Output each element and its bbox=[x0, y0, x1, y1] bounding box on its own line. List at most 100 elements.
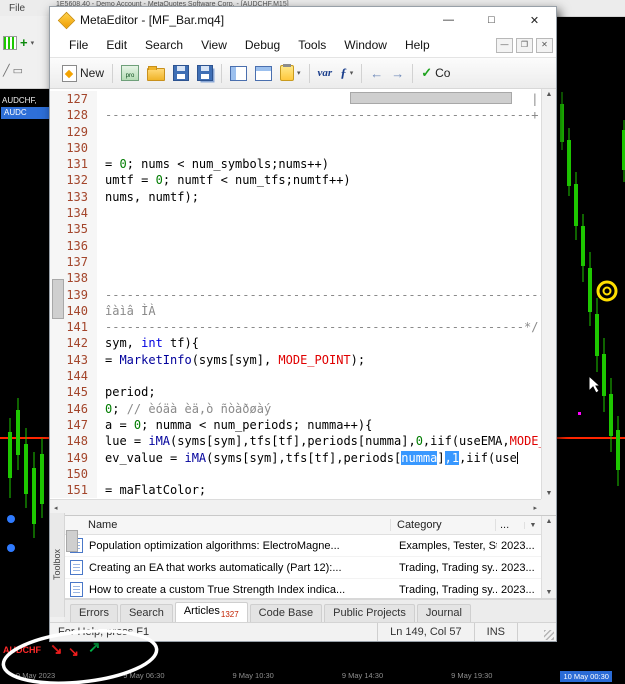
menu-view[interactable]: View bbox=[192, 35, 236, 55]
metaeditor-app-icon bbox=[57, 11, 76, 29]
article-date: 2023... bbox=[501, 561, 535, 574]
tab-public-projects[interactable]: Public Projects bbox=[324, 604, 415, 622]
status-help-text: For Help, press F1 bbox=[58, 626, 150, 638]
code-line: 140 îàìâ ÌÀ bbox=[50, 302, 541, 320]
open-button[interactable] bbox=[143, 61, 169, 85]
scroll-down-icon[interactable]: ▼ bbox=[546, 589, 553, 596]
code-text[interactable]: ----------------------------------------… bbox=[97, 319, 541, 335]
code-text[interactable] bbox=[97, 466, 541, 482]
toolbox-vscrollbar[interactable]: ▲ ▼ bbox=[541, 516, 556, 598]
scroll-right-icon[interactable]: ▸ bbox=[533, 504, 537, 512]
editor-hscrollbar[interactable]: ◂ ▸ bbox=[50, 499, 541, 515]
styler-button[interactable]: ▾ bbox=[276, 61, 305, 85]
menu-items: File Edit Search View Debug Tools Window Help bbox=[50, 35, 496, 55]
article-row[interactable]: How to create a custom True Strength Ind… bbox=[64, 579, 556, 598]
mdi-close-button[interactable]: ✕ bbox=[536, 37, 553, 53]
tab-articles[interactable]: Articles1327 bbox=[174, 602, 248, 622]
navigate-forward-button[interactable]: → bbox=[387, 61, 408, 85]
compile-button[interactable]: ✓ Co bbox=[417, 61, 454, 85]
resize-grip-icon[interactable] bbox=[544, 630, 554, 640]
code-text[interactable] bbox=[97, 238, 541, 254]
mdi-minimize-button[interactable]: — bbox=[496, 37, 513, 53]
hscroll-thumb[interactable] bbox=[350, 92, 512, 104]
save-all-button[interactable] bbox=[193, 61, 217, 85]
code-text[interactable] bbox=[97, 368, 541, 384]
code-text[interactable]: sym, int tf){ bbox=[97, 335, 541, 351]
vscroll-thumb[interactable] bbox=[52, 279, 64, 319]
profiler-button[interactable]: pro bbox=[117, 61, 143, 85]
sell-arrow-icon: ↘ bbox=[68, 644, 79, 659]
code-text[interactable] bbox=[97, 140, 541, 156]
article-title: Creating an EA that works automatically … bbox=[89, 561, 342, 574]
insert-function-button[interactable]: ƒ ▾ bbox=[336, 61, 357, 85]
menu-edit[interactable]: Edit bbox=[97, 35, 136, 55]
tab-journal[interactable]: Journal bbox=[416, 604, 471, 622]
column-date[interactable]: ... bbox=[496, 519, 524, 531]
code-text[interactable]: ----------------------------------------… bbox=[97, 287, 541, 303]
code-editor[interactable]: 127 | 128 --------------------------------… bbox=[50, 89, 556, 516]
code-line: 142 sym, int tf){ bbox=[50, 335, 541, 352]
menu-search[interactable]: Search bbox=[136, 35, 192, 55]
code-text[interactable]: îàìâ ÌÀ bbox=[97, 303, 541, 319]
code-text[interactable]: lue = iMA(syms[sym],tfs[tf],periods[numm… bbox=[97, 433, 541, 449]
tab-errors[interactable]: Errors bbox=[70, 604, 118, 622]
toolbox-vscroll-thumb[interactable] bbox=[66, 530, 78, 552]
dropdown-icon: ▾ bbox=[349, 70, 354, 77]
column-category[interactable]: Category bbox=[391, 519, 496, 531]
article-row[interactable]: Creating an EA that works automatically … bbox=[64, 557, 556, 579]
scroll-up-icon[interactable]: ▲ bbox=[546, 518, 553, 525]
maximize-button[interactable]: □ bbox=[470, 8, 513, 33]
line-number: 136 bbox=[50, 237, 97, 254]
code-text[interactable]: ----------------------------------------… bbox=[97, 107, 541, 123]
menu-file[interactable]: File bbox=[60, 35, 97, 55]
code-text[interactable] bbox=[97, 205, 541, 221]
metaeditor-menubar: File Edit Search View Debug Tools Window Help —… bbox=[50, 33, 556, 58]
navigate-back-button[interactable]: ← bbox=[366, 61, 387, 85]
column-options-dropdown[interactable]: ▼ bbox=[524, 521, 541, 529]
menu-debug[interactable]: Debug bbox=[236, 35, 289, 55]
layout-vertical-button[interactable] bbox=[226, 61, 251, 85]
code-text[interactable] bbox=[97, 124, 541, 140]
toolbox-side-tab[interactable]: Toolbox bbox=[50, 513, 65, 617]
metaeditor-titlebar[interactable]: MetaEditor - [MF_Bar.mq4] — □ ✕ bbox=[50, 7, 556, 33]
variables-button[interactable]: var bbox=[314, 61, 337, 85]
scroll-down-icon[interactable]: ▼ bbox=[546, 490, 553, 497]
code-text[interactable]: nums, numtf); bbox=[97, 189, 541, 205]
article-row[interactable]: Population optimization algorithms: Elec… bbox=[64, 535, 556, 557]
menu-help[interactable]: Help bbox=[396, 35, 439, 55]
tab-code-base[interactable]: Code Base bbox=[249, 604, 323, 622]
save-button[interactable] bbox=[169, 61, 193, 85]
code-text[interactable]: umtf = 0; numtf < num_tfs;numtf++) bbox=[97, 172, 541, 188]
code-text[interactable]: ev_value = iMA(syms[sym],tfs[tf],periods… bbox=[97, 450, 541, 466]
status-cursor-position: Ln 149, Col 57 bbox=[377, 623, 474, 641]
tab-search[interactable]: Search bbox=[119, 604, 173, 622]
mdi-restore-button[interactable]: ❐ bbox=[516, 37, 533, 53]
code-text[interactable]: 0; // èóäà èä,ò ñòàðøàý bbox=[97, 401, 541, 417]
code-text[interactable]: = maFlatColor; bbox=[97, 482, 541, 498]
code-text[interactable]: a = 0; numma < num_periods; numma++){ bbox=[97, 417, 541, 433]
article-date: 2023... bbox=[501, 583, 535, 596]
code-text[interactable]: period; bbox=[97, 384, 541, 400]
editor-vscrollbar[interactable]: ▲ ▼ bbox=[541, 89, 556, 499]
close-button[interactable]: ✕ bbox=[513, 8, 556, 33]
code-text[interactable]: = MarketInfo(syms[sym], MODE_POINT); bbox=[97, 352, 541, 368]
menu-tools[interactable]: Tools bbox=[289, 35, 335, 55]
metaeditor-toolbar: New pro ▾ var ƒ ▾ ← → ✓ Co bbox=[50, 58, 556, 89]
minimize-button[interactable]: — bbox=[427, 8, 470, 33]
code-line: 145 period; bbox=[50, 384, 541, 401]
column-name[interactable]: Name bbox=[64, 519, 391, 531]
code-line: 138 bbox=[50, 270, 541, 287]
menu-window[interactable]: Window bbox=[335, 35, 396, 55]
new-button[interactable]: New bbox=[58, 61, 108, 85]
code-text[interactable] bbox=[97, 221, 541, 237]
time-axis-label: 9 May 06:30 bbox=[123, 671, 165, 680]
layout-horizontal-button[interactable] bbox=[251, 61, 276, 85]
scroll-left-icon[interactable]: ◂ bbox=[54, 504, 58, 512]
code-text[interactable] bbox=[97, 254, 541, 270]
code-text[interactable]: = 0; nums < num_symbols;nums++) bbox=[97, 156, 541, 172]
code-text[interactable] bbox=[97, 270, 541, 286]
scroll-corner bbox=[541, 499, 556, 515]
scroll-up-icon[interactable]: ▲ bbox=[546, 91, 553, 98]
metaeditor-window: MetaEditor - [MF_Bar.mq4] — □ ✕ File Edit… bbox=[49, 6, 557, 642]
line-number: 150 bbox=[50, 465, 97, 483]
